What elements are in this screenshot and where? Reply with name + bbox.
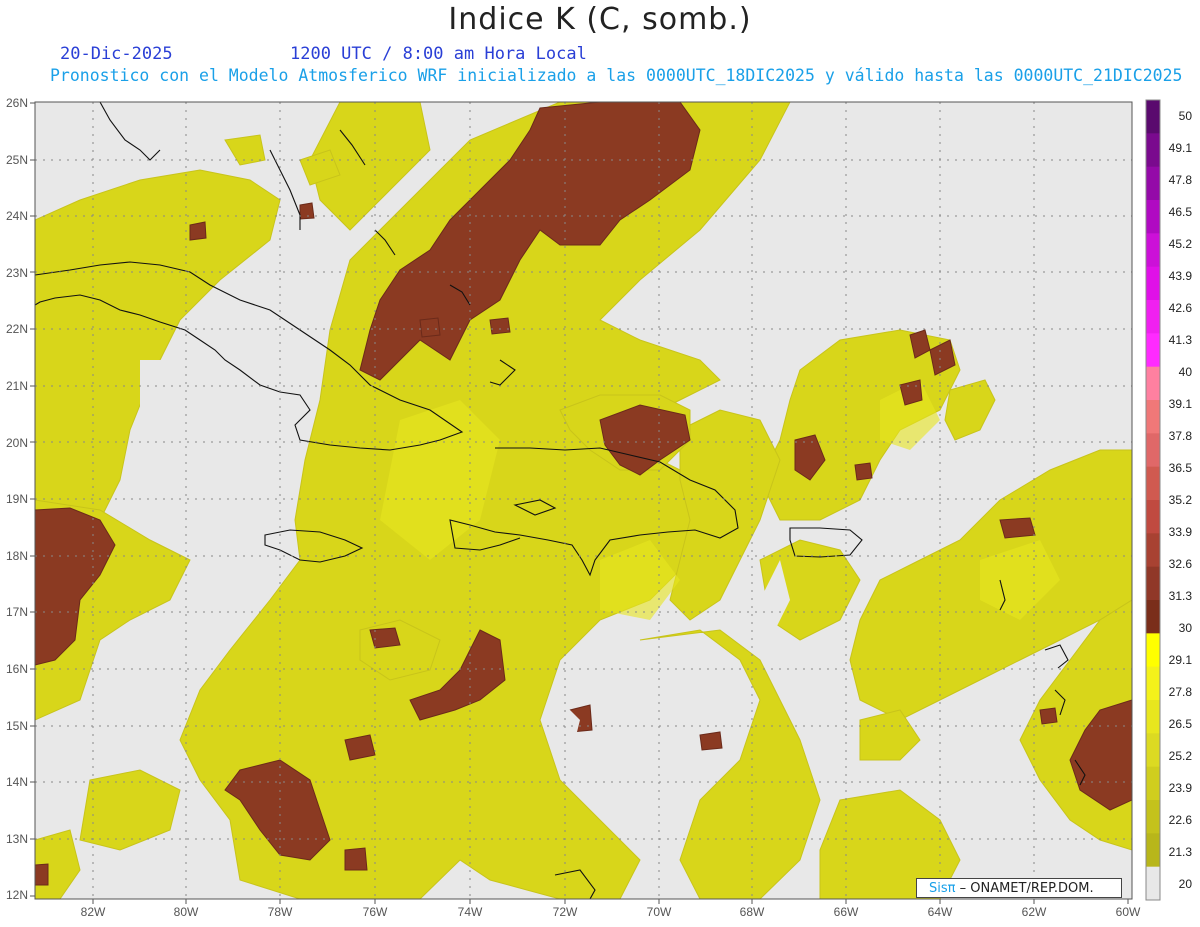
color-swatch (1146, 566, 1160, 601)
lat-label: 17N (6, 605, 28, 619)
lat-label: 21N (6, 379, 28, 393)
colorbar-label: 32.6 (1169, 557, 1193, 571)
lat-label: 13N (6, 832, 28, 846)
color-swatch (1146, 633, 1160, 668)
color-swatch (1146, 800, 1160, 834)
colorbar-label: 29.1 (1169, 653, 1193, 667)
color-swatch (1146, 166, 1160, 201)
colorbar-label: 21.3 (1169, 845, 1193, 859)
colorbar-label: 22.6 (1169, 813, 1193, 827)
lat-label: 16N (6, 662, 28, 676)
color-swatch (1146, 466, 1160, 501)
color-swatch (1146, 600, 1160, 634)
colorbar-label: 20 (1179, 877, 1193, 891)
lon-label: 76W (363, 905, 388, 919)
lon-label: 70W (647, 905, 672, 919)
colorbar-label: 31.3 (1169, 589, 1193, 603)
colorbar-label: 43.9 (1169, 269, 1193, 283)
colorbar-label: 33.9 (1169, 525, 1193, 539)
color-swatch (1146, 866, 1160, 901)
lat-label: 26N (6, 96, 28, 110)
lon-label: 64W (928, 905, 953, 919)
color-swatch (1146, 133, 1160, 168)
lon-label: 74W (458, 905, 483, 919)
colorbar-label: 35.2 (1169, 493, 1193, 507)
colorbar-label: 49.1 (1169, 141, 1193, 155)
color-swatch (1146, 200, 1160, 234)
colorbar-label: 26.5 (1169, 717, 1193, 731)
lat-ticks (30, 102, 35, 897)
color-swatch (1146, 366, 1160, 401)
lon-label: 82W (81, 905, 106, 919)
colorbar-label: 25.2 (1169, 749, 1193, 763)
colorbar-label: 40 (1179, 365, 1193, 379)
color-swatch (1146, 233, 1160, 268)
weather-map: 26N 25N 24N 23N 22N 21N 20N 19N 18N 17N … (6, 96, 1193, 919)
lat-label: 15N (6, 719, 28, 733)
lon-label: 80W (174, 905, 199, 919)
credit-box: Sisπ – ONAMET/REP.DOM. (916, 878, 1122, 898)
lat-label: 22N (6, 322, 28, 336)
color-swatch (1146, 300, 1160, 334)
lat-label: 14N (6, 775, 28, 789)
color-swatch (1146, 433, 1160, 468)
lat-label: 23N (6, 266, 28, 280)
color-swatch (1146, 266, 1160, 301)
colorbar-label: 42.6 (1169, 301, 1193, 315)
color-swatch (1146, 400, 1160, 434)
color-swatch (1146, 500, 1160, 534)
colorbar-label: 45.2 (1169, 237, 1193, 251)
lat-label: 19N (6, 492, 28, 506)
color-swatch (1146, 100, 1160, 134)
colorbar-label: 23.9 (1169, 781, 1193, 795)
color-swatch (1146, 833, 1160, 868)
colorbar-label: 27.8 (1169, 685, 1193, 699)
lon-labels: 82W 80W 78W 76W 74W 72W 70W 68W 66W 64W … (81, 905, 1141, 919)
colorbar-label: 46.5 (1169, 205, 1193, 219)
lat-label: 20N (6, 436, 28, 450)
lat-labels: 26N 25N 24N 23N 22N 21N 20N 19N 18N 17N … (6, 96, 28, 902)
lon-ticks (92, 899, 1129, 904)
lon-label: 60W (1116, 905, 1141, 919)
lat-label: 18N (6, 549, 28, 563)
lon-label: 62W (1022, 905, 1047, 919)
lon-label: 78W (268, 905, 293, 919)
color-swatch (1146, 333, 1160, 368)
lat-label: 25N (6, 153, 28, 167)
lat-label: 24N (6, 209, 28, 223)
colorbar-label: 39.1 (1169, 397, 1193, 411)
colorbar-label: 50 (1179, 109, 1193, 123)
color-swatch (1146, 666, 1160, 701)
color-scale: 50 49.1 47.8 46.5 45.2 43.9 42.6 41.3 40 39.1 37.8… (1145, 99, 1193, 901)
colorbar-label: 41.3 (1169, 333, 1193, 347)
credit-sis: Sisπ (929, 881, 956, 896)
colorbar-label: 36.5 (1169, 461, 1193, 475)
credit-org: – ONAMET/REP.DOM. (955, 881, 1094, 896)
colorbar-label: 47.8 (1169, 173, 1193, 187)
color-swatch (1146, 766, 1160, 801)
color-swatch (1146, 700, 1160, 734)
lon-label: 66W (834, 905, 859, 919)
lat-label: 12N (6, 888, 28, 902)
color-swatch (1146, 533, 1160, 568)
colorbar-label: 30 (1179, 621, 1193, 635)
colorbar-label: 37.8 (1169, 429, 1193, 443)
lon-label: 68W (740, 905, 765, 919)
lon-label: 72W (553, 905, 578, 919)
color-swatch (1146, 733, 1160, 768)
